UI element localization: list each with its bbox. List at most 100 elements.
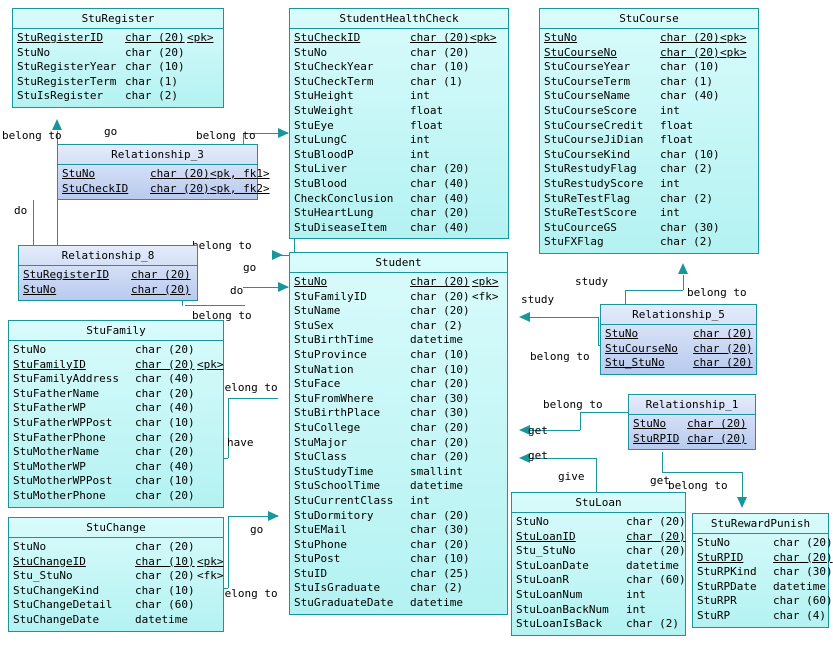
attribute-row: Stu_StuNochar (20)<fk> xyxy=(13,569,219,584)
attribute-row: StuFatherWPchar (40) xyxy=(13,401,219,416)
attribute-name: StuCourseYear xyxy=(544,60,660,75)
edge-label-belong-to-rel1: belong to xyxy=(543,399,603,411)
attribute-name: StuSchoolTime xyxy=(294,479,410,494)
attribute-type: char (10) xyxy=(660,148,720,163)
attribute-row: StuRegisterTerm char (1) xyxy=(17,75,219,90)
attribute-row: StuMotherNamechar (20) xyxy=(13,445,219,460)
entity-attribute-list: StuNochar (20)StuLoanIDchar (20)Stu_StuN… xyxy=(512,513,685,635)
attribute-name: StuDormitory xyxy=(294,509,410,524)
attribute-type: char (10) xyxy=(135,584,197,599)
attribute-type: char (2) xyxy=(125,89,187,104)
attribute-name: StuIsGraduate xyxy=(294,581,410,596)
attribute-type: char (20) xyxy=(660,46,720,61)
attribute-type: datetime xyxy=(410,596,472,611)
attribute-name: StuMotherWP xyxy=(13,460,135,475)
attribute-row: StuNochar (20)<pk> xyxy=(294,275,503,290)
relationship-attribute-list: StuNochar (20)StuRPIDchar (20) xyxy=(629,415,755,449)
attribute-row: StuNochar (20)<pk, fk1> xyxy=(62,167,253,182)
attribute-name: StuFamilyID xyxy=(294,290,410,305)
relationship-relationship-5[interactable]: Relationship_5 StuNochar (20)StuCourseNo… xyxy=(600,304,757,375)
attribute-name: StuHeartLung xyxy=(294,206,410,221)
attribute-type: datetime xyxy=(773,580,829,595)
relationship-relationship-1[interactable]: Relationship_1 StuNochar (20)StuRPIDchar… xyxy=(628,394,756,450)
edge-label-go-student: go xyxy=(243,262,256,274)
attribute-type: float xyxy=(660,133,720,148)
attribute-row: StuCourseNamechar (40) xyxy=(544,89,754,104)
edge-label-belong-to-register: belong to xyxy=(2,130,62,142)
relationship-relationship-8[interactable]: Relationship_8 StuRegisterIDchar (20)Stu… xyxy=(18,245,198,301)
attribute-name: StuCourseNo xyxy=(544,46,660,61)
attribute-type: int xyxy=(410,148,470,163)
attribute-row: StuCourseTermchar (1) xyxy=(544,75,754,90)
attribute-row: StuReTestScoreint xyxy=(544,206,754,221)
entity-stuloan[interactable]: StuLoan StuNochar (20)StuLoanIDchar (20)… xyxy=(511,492,686,636)
attribute-row: StuIsGraduatechar (2) xyxy=(294,581,503,596)
entity-title: Student xyxy=(290,253,507,273)
attribute-type: char (20) xyxy=(693,327,753,342)
attribute-row: StuNochar (20) xyxy=(13,540,219,555)
attribute-type: char (20) xyxy=(410,421,472,436)
relationship-title: Relationship_3 xyxy=(58,145,257,165)
attribute-row: StuNochar (20) xyxy=(23,283,193,298)
edge-label-belong-to-course: belong to xyxy=(687,287,747,299)
arrow-head xyxy=(519,312,530,322)
attribute-name: StuRPID xyxy=(697,551,773,566)
attribute-row: StuPhonechar (20) xyxy=(294,538,503,553)
link-segment xyxy=(228,516,229,588)
entity-attribute-list: StuNochar (20)<pk>StuCourseNochar (20)<p… xyxy=(540,29,758,253)
attribute-type: char (20) xyxy=(410,162,470,177)
link-segment xyxy=(185,305,245,306)
attribute-type: char (20) xyxy=(131,268,191,283)
attribute-type: char (20) xyxy=(410,509,472,524)
attribute-row: StuDiseaseItemchar (40) xyxy=(294,221,504,236)
attribute-row: StuLoanBackNumint xyxy=(516,603,681,618)
attribute-row: StuGraduateDatedatetime xyxy=(294,596,503,611)
attribute-name: StuMotherPhone xyxy=(13,489,135,504)
attribute-type: int xyxy=(660,206,720,221)
entity-studenthealthcheck[interactable]: StudentHealthCheck StuCheckIDchar (20)<p… xyxy=(289,8,509,239)
entity-attribute-list: StuNochar (20)StuFamilyIDchar (20)<pk>St… xyxy=(9,341,223,507)
attribute-type: char (20) xyxy=(410,436,472,451)
attribute-name: StuCourseJiDian xyxy=(544,133,660,148)
entity-stuchange[interactable]: StuChange StuNochar (20)StuChangeIDchar … xyxy=(8,517,224,632)
attribute-row: StuIsRegister char (2) xyxy=(17,89,219,104)
attribute-type: char (20) xyxy=(410,290,472,305)
entity-sturegister[interactable]: StuRegister StuRegisterID char (20) <pk>… xyxy=(12,8,224,108)
attribute-row: StuLoanDatedatetime xyxy=(516,559,681,574)
attribute-type: char (1) xyxy=(660,75,720,90)
attribute-name: StuRPID xyxy=(633,432,687,447)
entity-stucourse[interactable]: StuCourse StuNochar (20)<pk>StuCourseNoc… xyxy=(539,8,759,254)
attribute-type: char (20) xyxy=(135,540,197,555)
attribute-name: StuIsRegister xyxy=(17,89,125,104)
entity-stufamily[interactable]: StuFamily StuNochar (20)StuFamilyIDchar … xyxy=(8,320,224,508)
entity-student[interactable]: Student StuNochar (20)<pk>StuFamilyIDcha… xyxy=(289,252,508,615)
relationship-title: Relationship_8 xyxy=(19,246,197,266)
attribute-name: StuMotherName xyxy=(13,445,135,460)
attribute-name: StuCheckYear xyxy=(294,60,410,75)
attribute-row: StuLoanNumint xyxy=(516,588,681,603)
attribute-row: StuRPIDchar (20) xyxy=(697,551,824,566)
attribute-type: char (10) xyxy=(410,60,470,75)
attribute-row: StuNochar (20) xyxy=(605,327,752,342)
attribute-name: StuEMail xyxy=(294,523,410,538)
attribute-name: StuLoanDate xyxy=(516,559,626,574)
attribute-type: char (40) xyxy=(135,460,197,475)
link-segment xyxy=(662,472,742,473)
entity-sturewardpunish[interactable]: StuRewardPunish StuNochar (20)StuRPIDcha… xyxy=(692,513,829,628)
attribute-row: Stu_StuNochar (20) xyxy=(605,356,752,371)
attribute-name: StuID xyxy=(294,567,410,582)
attribute-name: StuNo xyxy=(23,283,131,298)
attribute-name: StuName xyxy=(294,304,410,319)
attribute-row: StuCollegechar (20) xyxy=(294,421,503,436)
attribute-type: float xyxy=(410,119,470,134)
attribute-name: StuRegisterYear xyxy=(17,60,125,75)
attribute-name: StuNation xyxy=(294,363,410,378)
attribute-type: char (20) xyxy=(410,377,472,392)
attribute-type: datetime xyxy=(410,479,472,494)
attribute-name: CheckConclusion xyxy=(294,192,410,207)
link-segment xyxy=(228,398,229,458)
attribute-type: char (2) xyxy=(410,319,472,334)
attribute-type: char (20) xyxy=(410,31,470,46)
relationship-relationship-3[interactable]: Relationship_3 StuNochar (20)<pk, fk1>St… xyxy=(57,144,258,200)
attribute-row: StuRPIDchar (20) xyxy=(633,432,751,447)
